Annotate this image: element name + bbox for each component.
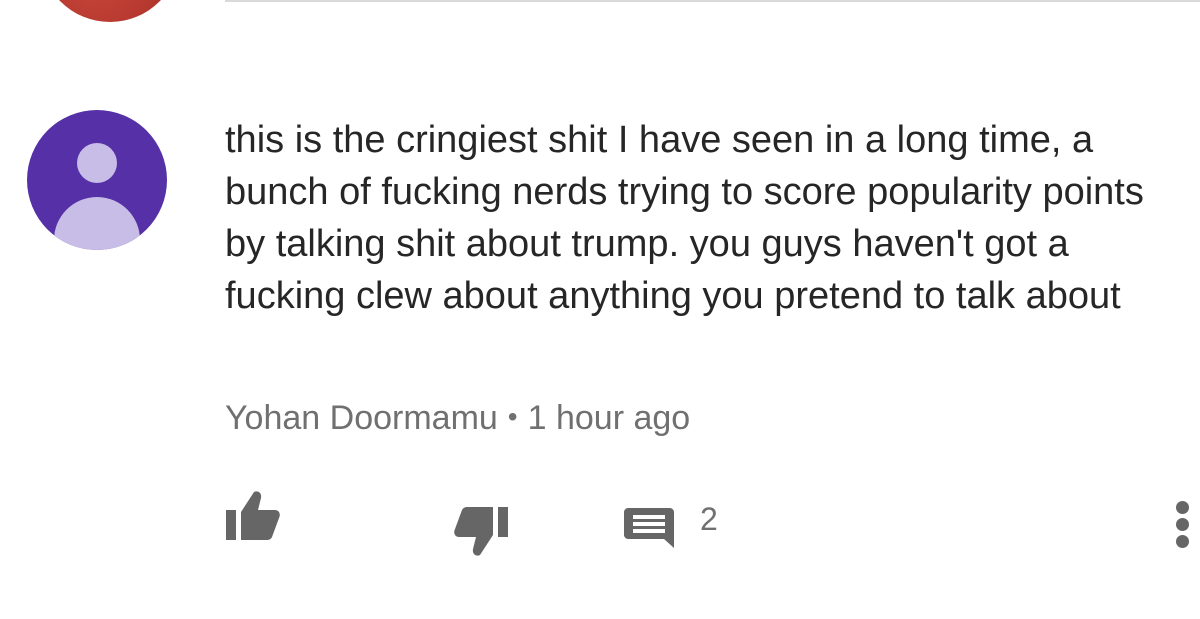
reply-count[interactable]: 2	[700, 499, 718, 539]
thumbs-up-icon	[226, 491, 280, 540]
meta-separator: •	[507, 401, 518, 432]
comment-meta: Yohan Doormamu • 1 hour ago	[225, 396, 690, 442]
comment-timestamp: 1 hour ago	[527, 399, 691, 437]
reply-button[interactable]	[624, 507, 676, 549]
author-name[interactable]: Yohan Doormamu	[225, 399, 498, 437]
avatar-head-shape	[77, 143, 117, 183]
thumbs-down-icon	[454, 507, 508, 556]
dislike-button[interactable]	[454, 505, 510, 557]
more-options-button[interactable]	[1164, 497, 1200, 551]
reply-icon	[624, 508, 674, 548]
avatar[interactable]	[27, 110, 167, 250]
comment-text: this is the cringiest shit I have seen i…	[225, 119, 1144, 317]
comment-divider	[225, 0, 1200, 2]
avatar-shoulders-shape	[54, 197, 140, 250]
previous-comment-avatar[interactable]	[40, 0, 180, 22]
like-button[interactable]	[224, 490, 280, 542]
